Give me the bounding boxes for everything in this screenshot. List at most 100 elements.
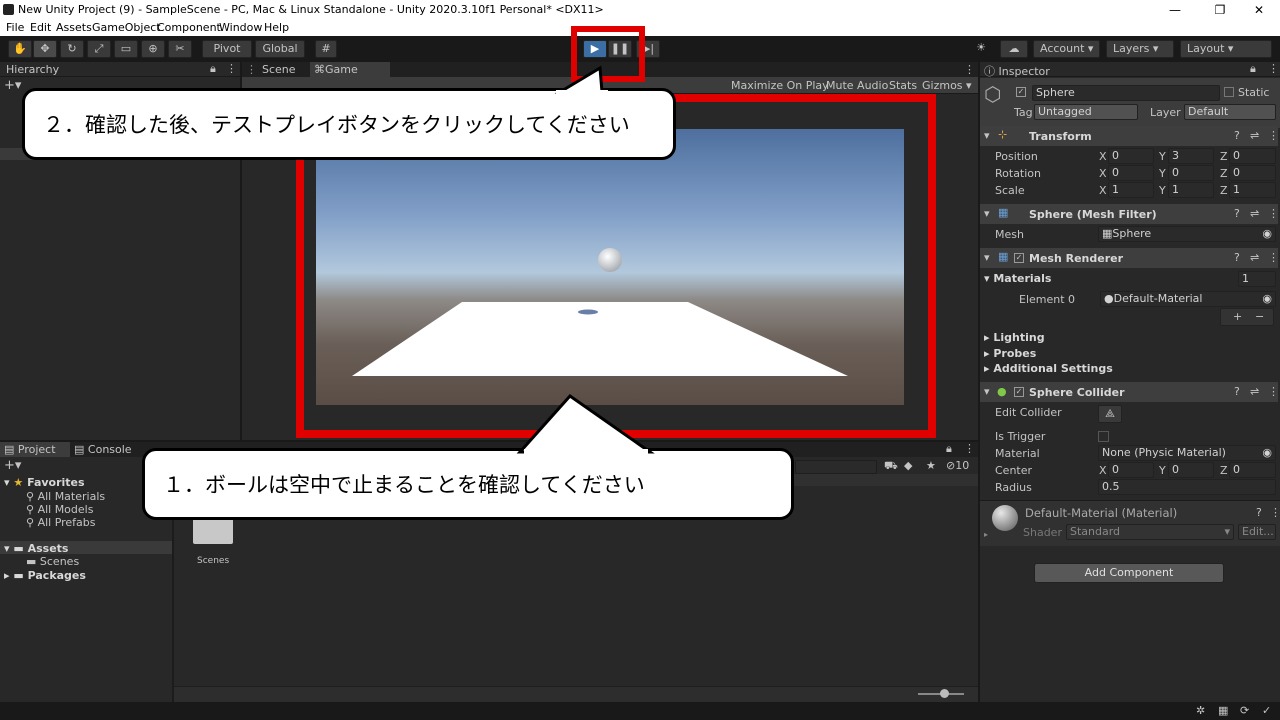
progress-icon[interactable]: ⟳ xyxy=(1240,704,1249,717)
bug-icon[interactable]: ✲ xyxy=(1196,704,1205,717)
layer-dropdown[interactable]: Default xyxy=(1184,104,1276,120)
tag-dropdown[interactable]: Untagged xyxy=(1034,104,1138,120)
kebab-menu-icon[interactable]: ⋮ xyxy=(964,63,975,76)
help-icon[interactable]: ? xyxy=(1256,506,1262,519)
minimize-button[interactable]: — xyxy=(1160,1,1190,19)
enabled-checkbox[interactable]: ✓ xyxy=(1014,387,1024,397)
global-toggle[interactable]: Global xyxy=(255,40,305,58)
gizmos-dropdown[interactable]: Gizmos xyxy=(922,79,963,92)
enabled-checkbox[interactable]: ✓ xyxy=(1014,253,1024,263)
kebab-menu-icon[interactable]: ⋮ xyxy=(1268,385,1279,398)
create-icon[interactable]: +▾ xyxy=(4,458,21,473)
additional-settings-foldout[interactable]: ▸ Additional Settings xyxy=(984,362,1113,375)
kebab-menu-icon[interactable]: ⋮ xyxy=(246,63,257,76)
scenes-item[interactable]: ▬ Scenes xyxy=(26,555,79,568)
is-trigger-checkbox[interactable] xyxy=(1098,431,1109,442)
fav-all-models[interactable]: ⚲ All Models xyxy=(26,503,93,516)
tab-console[interactable]: ▤ Console xyxy=(74,443,132,456)
rotation-z-field[interactable]: 0 xyxy=(1229,165,1276,181)
search-input[interactable] xyxy=(795,460,877,474)
move-tool-icon[interactable]: ✥ xyxy=(33,40,57,58)
chevron-down-icon[interactable]: ▾ xyxy=(966,79,972,92)
stats-toggle[interactable]: Stats xyxy=(889,79,917,92)
object-picker-icon[interactable]: ◉ xyxy=(1262,292,1272,306)
help-icon[interactable]: ? xyxy=(1234,385,1240,398)
mesh-field[interactable]: ▦Sphere ◉ xyxy=(1098,226,1276,242)
materials-count-field[interactable]: 1 xyxy=(1238,271,1276,287)
active-checkbox[interactable]: ✓ xyxy=(1016,87,1026,97)
snap-icon[interactable]: # xyxy=(315,40,337,58)
light-bake-icon[interactable]: ▦ xyxy=(1218,704,1228,717)
probes-foldout[interactable]: ▸ Probes xyxy=(984,347,1036,360)
chevron-right-icon[interactable]: ▸ xyxy=(984,530,988,539)
rotation-y-field[interactable]: 0 xyxy=(1168,165,1214,181)
settings-icon[interactable]: ⇌ xyxy=(1250,207,1259,220)
kebab-menu-icon[interactable]: ⋮ xyxy=(226,62,237,75)
menu-component[interactable]: Component xyxy=(157,21,221,34)
maximize-on-play-toggle[interactable]: Maximize On Play xyxy=(731,79,829,92)
assets-item[interactable]: ▾ ▬ Assets xyxy=(4,542,68,555)
scale-z-field[interactable]: 1 xyxy=(1229,182,1276,198)
lock-icon[interactable]: 🔒︎ xyxy=(1250,62,1256,76)
hidden-count[interactable]: ⊘10 xyxy=(946,459,969,472)
lock-icon[interactable]: 🔒︎ xyxy=(946,442,952,456)
add-icon[interactable]: +▾ xyxy=(4,78,21,93)
help-icon[interactable]: ? xyxy=(1234,251,1240,264)
cloud-icon[interactable]: ☁ xyxy=(1000,40,1028,58)
kebab-menu-icon[interactable]: ⋮ xyxy=(1268,62,1279,75)
tab-scene[interactable]: Scene xyxy=(262,63,296,76)
help-icon[interactable]: ? xyxy=(1234,129,1240,142)
kebab-menu-icon[interactable]: ⋮ xyxy=(1268,129,1279,142)
hand-tool-icon[interactable]: ✋ xyxy=(8,40,32,58)
mesh-renderer-header[interactable]: ▾ ▦ ✓ Mesh Renderer ? ⇌ ⋮ xyxy=(980,248,1279,268)
position-y-field[interactable]: 3 xyxy=(1168,148,1214,164)
object-picker-icon[interactable]: ◉ xyxy=(1262,227,1272,241)
add-icon[interactable]: + xyxy=(1233,310,1242,323)
radius-field[interactable]: 0.5 xyxy=(1098,479,1276,495)
settings-icon[interactable]: ⇌ xyxy=(1250,251,1259,264)
menu-edit[interactable]: Edit xyxy=(30,21,51,34)
element0-field[interactable]: ●Default-Material ◉ xyxy=(1100,291,1276,307)
star-icon[interactable]: ★ xyxy=(926,459,936,472)
shader-dropdown[interactable]: Standard ▾ xyxy=(1066,524,1234,540)
layers-dropdown[interactable]: Layers ▾ xyxy=(1106,40,1174,58)
filter-type-icon[interactable]: ⛟ xyxy=(884,459,898,474)
tab-inspector[interactable]: ⓘ Inspector xyxy=(984,63,1050,79)
pivot-toggle[interactable]: Pivot xyxy=(202,40,252,58)
kebab-menu-icon[interactable]: ⋮ xyxy=(964,442,975,455)
hierarchy-tab[interactable]: Hierarchy xyxy=(6,63,59,76)
tab-project[interactable]: ▤ Project xyxy=(0,442,70,457)
position-z-field[interactable]: 0 xyxy=(1229,148,1276,164)
object-picker-icon[interactable]: ◉ xyxy=(1262,446,1272,460)
folder-label[interactable]: Scenes xyxy=(197,556,229,566)
favorites-item[interactable]: ▾ ★ Favorites xyxy=(4,476,85,489)
add-component-button[interactable]: Add Component xyxy=(1034,563,1224,583)
collab-icon[interactable]: ☀ xyxy=(970,40,992,58)
physic-material-field[interactable]: None (Physic Material) ◉ xyxy=(1098,445,1276,461)
lock-icon[interactable]: 🔒︎ xyxy=(210,62,216,76)
remove-icon[interactable]: − xyxy=(1255,310,1264,323)
menu-window[interactable]: Window xyxy=(219,21,262,34)
rotation-x-field[interactable]: 0 xyxy=(1108,165,1154,181)
fav-all-materials[interactable]: ⚲ All Materials xyxy=(26,490,105,503)
kebab-menu-icon[interactable]: ⋮ xyxy=(1268,251,1279,264)
rotate-tool-icon[interactable]: ↻ xyxy=(60,40,84,58)
center-x-field[interactable]: 0 xyxy=(1108,462,1154,478)
shader-edit-button[interactable]: Edit... xyxy=(1238,524,1276,540)
kebab-menu-icon[interactable]: ⋮ xyxy=(1268,207,1279,220)
mute-audio-toggle[interactable]: Mute Audio xyxy=(826,79,888,92)
kebab-menu-icon[interactable]: ⋮ xyxy=(1270,506,1280,519)
menu-assets[interactable]: Assets xyxy=(56,21,92,34)
edit-collider-button[interactable]: ⟁ xyxy=(1098,405,1122,423)
menu-gameobject[interactable]: GameObject xyxy=(92,21,161,34)
rect-tool-icon[interactable]: ▭ xyxy=(114,40,138,58)
sphere-collider-header[interactable]: ▾ ● ✓ Sphere Collider ? ⇌ ⋮ xyxy=(980,382,1279,402)
tab-game[interactable]: ⌘Game xyxy=(310,62,390,77)
custom-tool-icon[interactable]: ✂ xyxy=(168,40,192,58)
check-icon[interactable]: ✓ xyxy=(1262,704,1271,717)
lighting-foldout[interactable]: ▸ Lighting xyxy=(984,331,1045,344)
packages-item[interactable]: ▸ ▬ Packages xyxy=(4,569,86,582)
scale-y-field[interactable]: 1 xyxy=(1168,182,1214,198)
settings-icon[interactable]: ⇌ xyxy=(1250,385,1259,398)
help-icon[interactable]: ? xyxy=(1234,207,1240,220)
